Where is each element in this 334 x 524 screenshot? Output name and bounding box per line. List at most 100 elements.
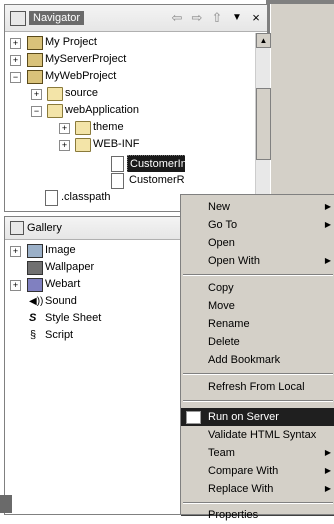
menu-item-copy[interactable]: Copy [181,279,334,297]
sound-icon: ◀)) [29,296,44,307]
menu-item-go-to[interactable]: Go To ▶ [181,216,334,234]
submenu-arrow-icon: ▶ [324,484,331,493]
tree-item-label-selected: CustomerInputForm.html [127,155,185,172]
navigator-view-icon [10,11,26,26]
tree-item-label: webApplication [65,104,139,116]
menu-separator [183,502,333,504]
project-icon [27,36,43,50]
menu-item-properties[interactable]: Properties [181,506,334,524]
style-sheet-icon: S [29,312,37,324]
menu-item-move[interactable]: Move [181,297,334,315]
view-menu-icon[interactable]: ▼ [229,10,245,26]
menu-item-delete[interactable]: Delete [181,333,334,351]
menu-label: Delete [208,336,240,348]
menu-label: Properties [208,509,259,521]
run-on-server-icon [186,411,201,424]
menu-separator [183,274,333,276]
submenu-arrow-icon: ▶ [324,256,331,265]
menu-label: Open With [208,255,260,267]
menu-label: Run on Server [208,411,279,423]
navigator-view: Navigator ⇦ ⇨ ⇧ ▼ × + My Project + MySer… [4,4,271,212]
menu-label: Move [208,300,235,312]
file-icon [45,190,58,206]
menu-item-run-on-server[interactable]: Run on Server [181,408,334,426]
wallpaper-icon [27,261,43,275]
close-icon[interactable]: × [248,10,264,26]
navigator-header: Navigator ⇦ ⇨ ⇧ ▼ × [5,5,267,32]
context-menu: New ▶ Go To ▶ Open Open With ▶ Copy Move Re… [180,194,334,521]
gallery-item-label: Script [45,329,74,341]
scroll-thumb[interactable] [256,88,271,160]
tree-item-label: WEB-INF [93,138,140,150]
script-icon: § [30,329,37,341]
menu-item-refresh-from-local[interactable]: Refresh From Local [181,378,334,396]
menu-label: New [208,201,231,213]
expand-icon[interactable]: + [31,89,42,100]
menu-item-team[interactable]: Team ▶ [181,444,334,462]
collapse-icon[interactable]: − [10,72,21,83]
menu-label: Refresh From Local [208,381,305,393]
collapse-icon[interactable]: − [31,106,42,117]
up-arrow-icon[interactable]: ⇧ [209,10,225,26]
tree-item-label: My Project [45,36,97,48]
submenu-arrow-icon: ▶ [324,448,331,457]
menu-label: Team [208,447,235,459]
navigator-title[interactable]: Navigator [29,11,85,25]
menu-label: Validate HTML Syntax [208,429,317,441]
menu-label: Add Bookmark [208,354,281,366]
folder-icon [75,121,91,135]
menu-label: Go To [208,219,238,231]
expand-icon[interactable]: + [10,246,21,257]
menu-separator [183,373,333,375]
tree-item-label: MyServerProject [45,53,127,65]
expand-icon[interactable]: + [10,280,21,291]
submenu-arrow-icon: ▶ [324,466,331,475]
project-icon [27,70,43,84]
tree-item-label: CustomerResults.html [129,174,185,186]
folder-open-icon [47,104,63,118]
gallery-title[interactable]: Gallery [27,221,62,235]
scroll-up-icon[interactable]: ▲ [256,33,271,48]
gallery-item-label: Image [45,244,76,256]
expand-icon[interactable]: + [10,38,21,49]
expand-icon[interactable]: + [10,55,21,66]
gallery-item-label: Sound [45,295,77,307]
tree-item-label: .classpath [61,191,111,203]
menu-item-new[interactable]: New ▶ [181,198,334,216]
gallery-item-label: Wallpaper [45,261,95,273]
menu-item-open-with[interactable]: Open With ▶ [181,252,334,270]
back-arrow-icon[interactable]: ⇦ [169,10,185,26]
webart-icon [27,278,43,292]
menu-item-validate-html-syntax[interactable]: Validate HTML Syntax [181,426,334,444]
menu-separator [183,400,333,402]
menu-label: Open [208,237,235,249]
menu-item-open[interactable]: Open [181,234,334,252]
gallery-item-label: Webart [45,278,81,290]
tree-item-label: theme [93,121,124,133]
expand-icon[interactable]: + [59,123,70,134]
folder-icon [75,138,91,152]
gallery-item-label: Style Sheet [45,312,102,324]
tree-item-label: source [65,87,99,99]
menu-item-replace-with[interactable]: Replace With ▶ [181,480,334,498]
status-indicator [0,495,12,513]
tree-item-customer-results[interactable]: CustomerResults.html [9,172,185,189]
tree-item-label: MyWebProject [45,70,117,82]
gallery-view-icon [10,221,24,235]
menu-label: Replace With [208,483,274,495]
expand-icon[interactable]: + [59,140,70,151]
menu-label: Copy [208,282,234,294]
menu-item-rename[interactable]: Rename [181,315,334,333]
html-file-icon [111,173,124,189]
submenu-arrow-icon: ▶ [324,220,331,229]
folder-icon [47,87,63,101]
project-icon [27,53,43,67]
menu-item-add-bookmark[interactable]: Add Bookmark [181,351,334,369]
submenu-arrow-icon: ▶ [324,202,331,211]
image-icon [27,244,43,258]
tree-item-customer-input-form[interactable]: CustomerInputForm.html [9,155,185,172]
navigator-scrollbar[interactable]: ▲ [255,33,271,211]
menu-item-compare-with[interactable]: Compare With ▶ [181,462,334,480]
menu-label: Compare With [208,465,279,477]
forward-arrow-icon[interactable]: ⇨ [189,10,205,26]
